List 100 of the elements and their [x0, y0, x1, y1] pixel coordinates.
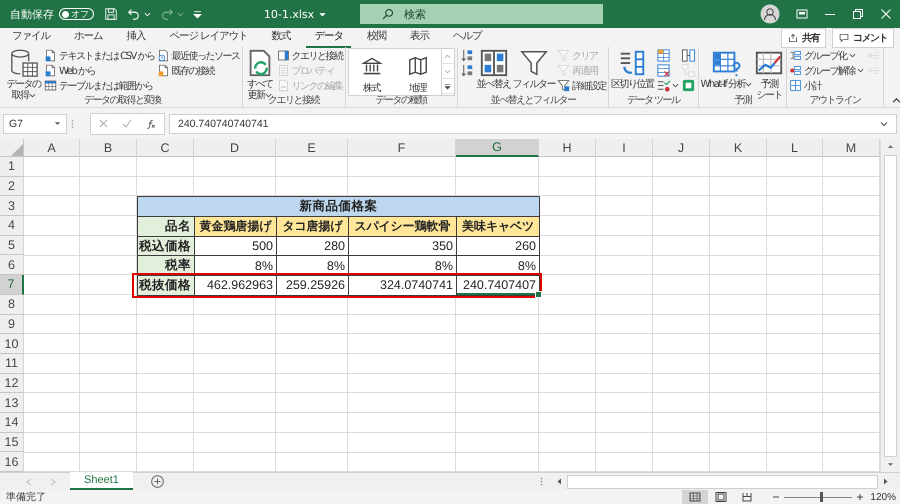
- column-header[interactable]: D: [194, 139, 276, 157]
- group-icon: [789, 49, 802, 62]
- ribbon-tab[interactable]: ホーム: [66, 27, 110, 48]
- ribbon-tab[interactable]: ヘルプ: [444, 27, 490, 48]
- ribbon-tab[interactable]: ページ レイアウト: [162, 27, 256, 48]
- gallery-item[interactable]: 株式: [348, 49, 395, 95]
- tool-button[interactable]: [460, 48, 475, 64]
- command-button[interactable]: 小計: [789, 78, 864, 93]
- autosave-toggle[interactable]: オフ: [59, 8, 94, 20]
- column-header[interactable]: J: [653, 139, 710, 157]
- column-header[interactable]: A: [24, 139, 80, 157]
- row-header[interactable]: 7: [0, 275, 24, 295]
- command-button[interactable]: What-If 分析: [700, 48, 752, 90]
- tool-button[interactable]: [680, 78, 696, 94]
- column-header[interactable]: H: [539, 139, 596, 157]
- command-button[interactable]: 最近使ったソース: [156, 48, 240, 63]
- row-header[interactable]: 11: [0, 354, 24, 374]
- column-header[interactable]: L: [767, 139, 823, 157]
- command-button[interactable]: データの取得: [5, 48, 42, 101]
- sheet-tab[interactable]: Sheet1: [70, 472, 133, 490]
- command-button[interactable]: テキストまたは CSV から: [44, 48, 155, 63]
- row-header[interactable]: 8: [0, 294, 24, 314]
- row-header[interactable]: 3: [0, 196, 24, 216]
- share-button[interactable]: 共有: [781, 28, 826, 48]
- command-button[interactable]: グループ化: [789, 48, 864, 63]
- column-header[interactable]: K: [710, 139, 767, 157]
- zoom-level[interactable]: 120%: [870, 492, 896, 502]
- save-icon[interactable]: [104, 7, 118, 21]
- command-button[interactable]: 予測シート: [754, 48, 784, 101]
- ribbon-tab[interactable]: 表示: [402, 27, 437, 48]
- table-cell[interactable]: 259.25926: [276, 275, 349, 296]
- undo-icon[interactable]: [127, 7, 141, 21]
- avatar-icon[interactable]: [760, 4, 780, 24]
- command-button[interactable]: 区切り位置: [611, 48, 654, 90]
- row-header[interactable]: 1: [0, 157, 24, 177]
- column-header[interactable]: C: [137, 139, 194, 157]
- row-header[interactable]: 2: [0, 176, 24, 196]
- row-header[interactable]: 12: [0, 374, 24, 394]
- command-button[interactable]: フィルター: [512, 48, 556, 90]
- ribbon-display-icon[interactable]: [796, 8, 808, 20]
- scroll-right-icon[interactable]: [881, 477, 890, 486]
- database-icon: [8, 48, 38, 78]
- ribbon-tab[interactable]: 挿入: [118, 27, 154, 48]
- row-header[interactable]: 6: [0, 255, 24, 276]
- group-label: データ ツール: [626, 95, 680, 107]
- command-button[interactable]: Web から: [44, 63, 155, 78]
- formula-field[interactable]: 240.740740740741: [169, 114, 897, 134]
- command-button[interactable]: 並べ替え: [476, 48, 511, 90]
- restore-icon[interactable]: [852, 8, 864, 20]
- zoom-slider-thumb[interactable]: [820, 492, 824, 502]
- table-cell[interactable]: 462.962963: [194, 275, 277, 296]
- fill-handle[interactable]: [535, 290, 542, 298]
- function-icon[interactable]: [146, 118, 156, 128]
- column-header[interactable]: B: [80, 139, 137, 157]
- column-header[interactable]: I: [596, 139, 653, 157]
- ribbon-tab[interactable]: データ: [306, 27, 351, 48]
- search-field[interactable]: 検索: [360, 4, 603, 24]
- row-header[interactable]: 4: [0, 216, 24, 236]
- column-header[interactable]: G: [456, 139, 539, 157]
- command-button[interactable]: クエリと接続: [276, 48, 343, 63]
- column-header[interactable]: M: [823, 139, 880, 157]
- group-label: 並べ替えとフィルター: [490, 95, 576, 107]
- close-icon[interactable]: [880, 8, 892, 20]
- scrollbar-thumb[interactable]: [884, 154, 897, 456]
- tool-button[interactable]: [656, 78, 679, 94]
- row-header[interactable]: 15: [0, 432, 24, 452]
- horizontal-scrollbar[interactable]: [567, 474, 878, 488]
- splitter-icon[interactable]: [540, 477, 543, 486]
- view-button[interactable]: [682, 490, 708, 504]
- row-header[interactable]: 10: [0, 334, 24, 354]
- column-header[interactable]: E: [276, 139, 348, 157]
- caret-icon[interactable]: [319, 10, 326, 18]
- command-button[interactable]: グループ解除: [789, 63, 864, 78]
- command-button[interactable]: 既存の接続: [156, 63, 240, 78]
- tool-button[interactable]: [680, 48, 696, 64]
- command-button[interactable]: 詳細設定: [557, 78, 606, 93]
- ribbon-tab[interactable]: 校閲: [358, 27, 394, 48]
- add-sheet-icon[interactable]: [150, 475, 164, 488]
- customize-icon[interactable]: [193, 10, 202, 18]
- row-header[interactable]: 14: [0, 412, 24, 433]
- caret-icon[interactable]: [144, 10, 151, 18]
- tool-button[interactable]: [460, 62, 475, 78]
- ribbon-tab[interactable]: 数式: [263, 27, 298, 48]
- gallery-item[interactable]: 地理: [394, 49, 441, 95]
- expand-icon[interactable]: [880, 120, 888, 128]
- name-box[interactable]: G7: [3, 114, 67, 134]
- zoom-in-icon[interactable]: [856, 493, 864, 501]
- table-cell[interactable]: 240.7407407: [456, 275, 540, 296]
- row-header[interactable]: 9: [0, 314, 24, 334]
- collapse-ribbon-icon[interactable]: [892, 96, 900, 105]
- table-cell[interactable]: 324.0740741: [348, 275, 457, 296]
- scroll-left-icon[interactable]: [555, 477, 564, 486]
- comment-button[interactable]: コメント: [832, 28, 894, 48]
- row-header[interactable]: 5: [0, 236, 24, 256]
- caret-up-icon: [444, 52, 452, 60]
- ribbon-tab[interactable]: ファイル: [4, 27, 58, 48]
- row-header[interactable]: 16: [0, 452, 24, 472]
- column-header[interactable]: F: [348, 139, 456, 157]
- command-button[interactable]: テーブルまたは範囲から: [44, 78, 155, 93]
- row-header[interactable]: 13: [0, 393, 24, 413]
